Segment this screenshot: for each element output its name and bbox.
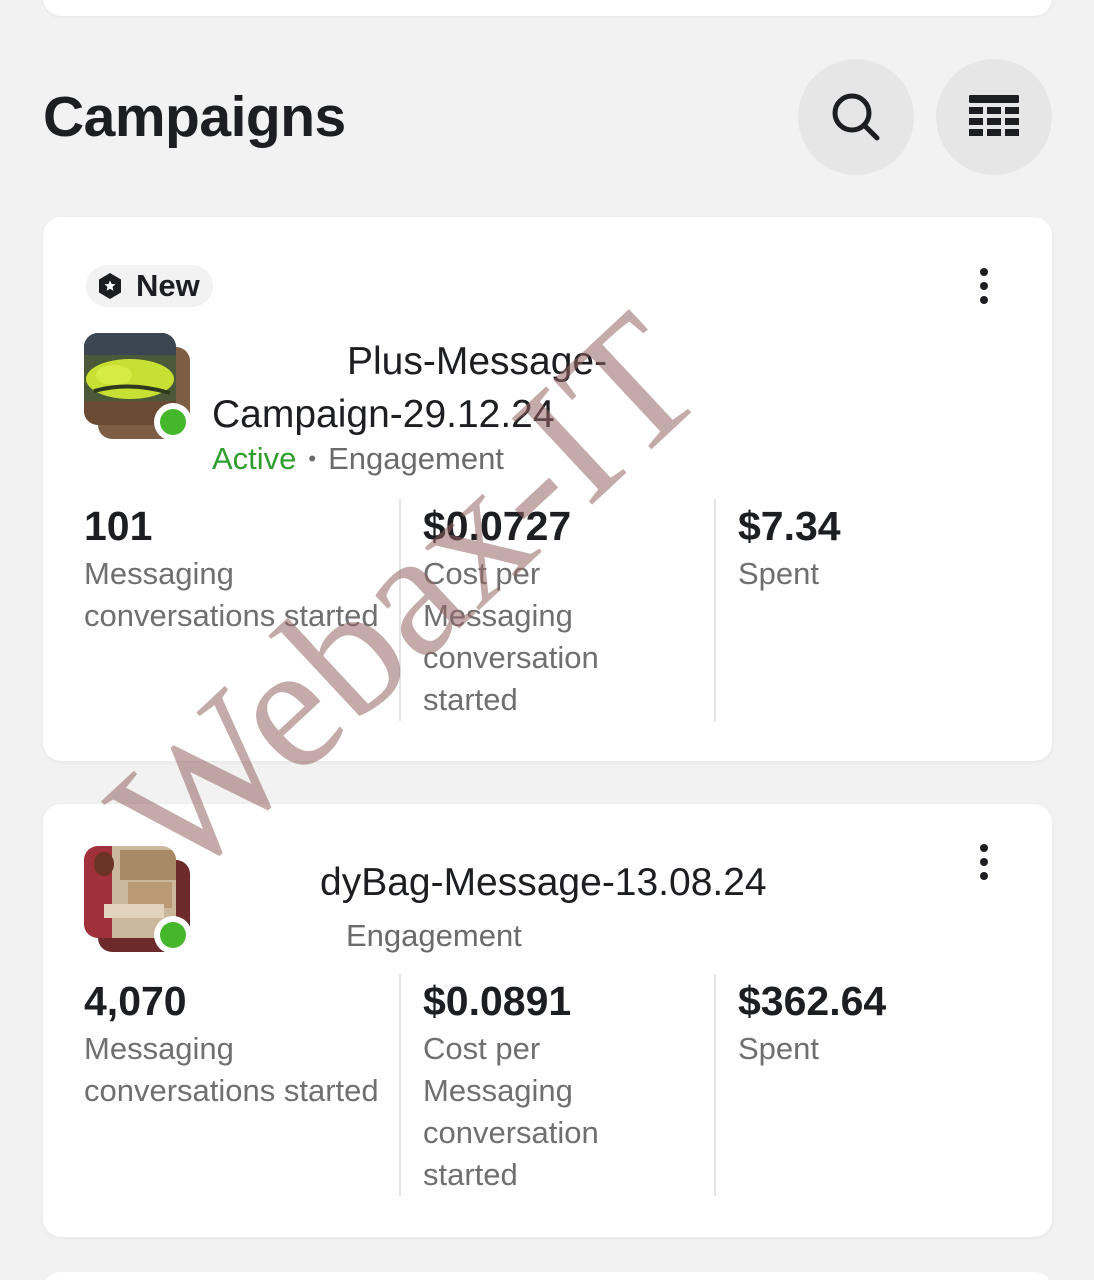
badge-label: New (136, 268, 200, 303)
next-card-edge (43, 1272, 1052, 1280)
campaign-meta: Engagement (346, 918, 522, 954)
metrics-row: 101 Messaging conversations started $0.0… (84, 499, 1029, 721)
status-dot-fill (160, 409, 186, 435)
search-button[interactable] (798, 59, 914, 175)
table-view-button[interactable] (936, 59, 1052, 175)
metric-spent: $7.34 Spent (714, 499, 1029, 721)
metrics-row: 4,070 Messaging conversations started $0… (84, 974, 1029, 1196)
metric-results: 4,070 Messaging conversations started (84, 974, 399, 1196)
objective-label: Engagement (328, 441, 504, 476)
kebab-dot (980, 296, 988, 304)
campaign-card[interactable]: New Plus-Message-Campaign-29.12.24 Activ… (43, 217, 1052, 761)
status-dot (154, 403, 192, 441)
kebab-dot (980, 872, 988, 880)
campaigns-page: Campaigns New Plus-Message-Campaign-29.1… (0, 0, 1094, 1280)
campaign-name[interactable]: Plus-Message-Campaign-29.12.24 (212, 335, 732, 441)
metric-cost: $0.0891 Cost per Messaging conversation … (399, 974, 714, 1196)
metric-results: 101 Messaging conversations started (84, 499, 399, 721)
campaign-name[interactable]: dyBag-Message-13.08.24 (212, 856, 852, 909)
metric-value: 4,070 (84, 978, 187, 1024)
campaign-thumbnail (84, 846, 192, 954)
more-options-button[interactable] (964, 834, 1004, 890)
metric-label: Messaging conversations started (84, 556, 379, 633)
badge-icon (99, 273, 121, 299)
metric-label: Messaging conversations started (84, 1031, 379, 1108)
previous-card-edge (43, 0, 1052, 16)
metric-value: 101 (84, 503, 153, 549)
metric-cost: $0.0727 Cost per Messaging conversation … (399, 499, 714, 721)
table-icon (969, 95, 1019, 136)
kebab-icon (980, 844, 988, 852)
campaign-card[interactable]: dyBag-Message-13.08.24 Engagement 4,070 … (43, 804, 1052, 1237)
campaign-name-text: dyBag-Message-13.08.24 (320, 861, 767, 904)
status-dot-fill (160, 922, 186, 948)
metric-label: Cost per Messaging conversation started (423, 556, 599, 717)
status-label: Active (212, 441, 297, 476)
header-actions (798, 59, 1052, 175)
new-badge: New (86, 265, 213, 307)
metric-value: $7.34 (738, 503, 841, 549)
metric-spent: $362.64 Spent (714, 974, 1029, 1196)
kebab-dot (980, 858, 988, 866)
metric-label: Cost per Messaging conversation started (423, 1031, 599, 1192)
objective-label: Engagement (346, 918, 522, 953)
campaign-meta: Active • Engagement (212, 441, 504, 477)
campaigns-header: Campaigns (43, 58, 1052, 176)
metric-value: $0.0891 (423, 978, 572, 1024)
campaign-thumbnail (84, 333, 192, 441)
metric-label: Spent (738, 1031, 820, 1066)
page-title: Campaigns (43, 85, 346, 149)
more-options-button[interactable] (964, 258, 1004, 314)
metric-value: $362.64 (738, 978, 887, 1024)
metric-value: $0.0727 (423, 503, 572, 549)
kebab-icon (980, 268, 988, 276)
metric-label: Spent (738, 556, 820, 591)
meta-separator: • (308, 446, 317, 471)
campaign-name-text: Plus-Message-Campaign-29.12.24 (212, 340, 608, 436)
status-dot (154, 916, 192, 954)
search-icon (832, 93, 880, 141)
kebab-dot (980, 282, 988, 290)
